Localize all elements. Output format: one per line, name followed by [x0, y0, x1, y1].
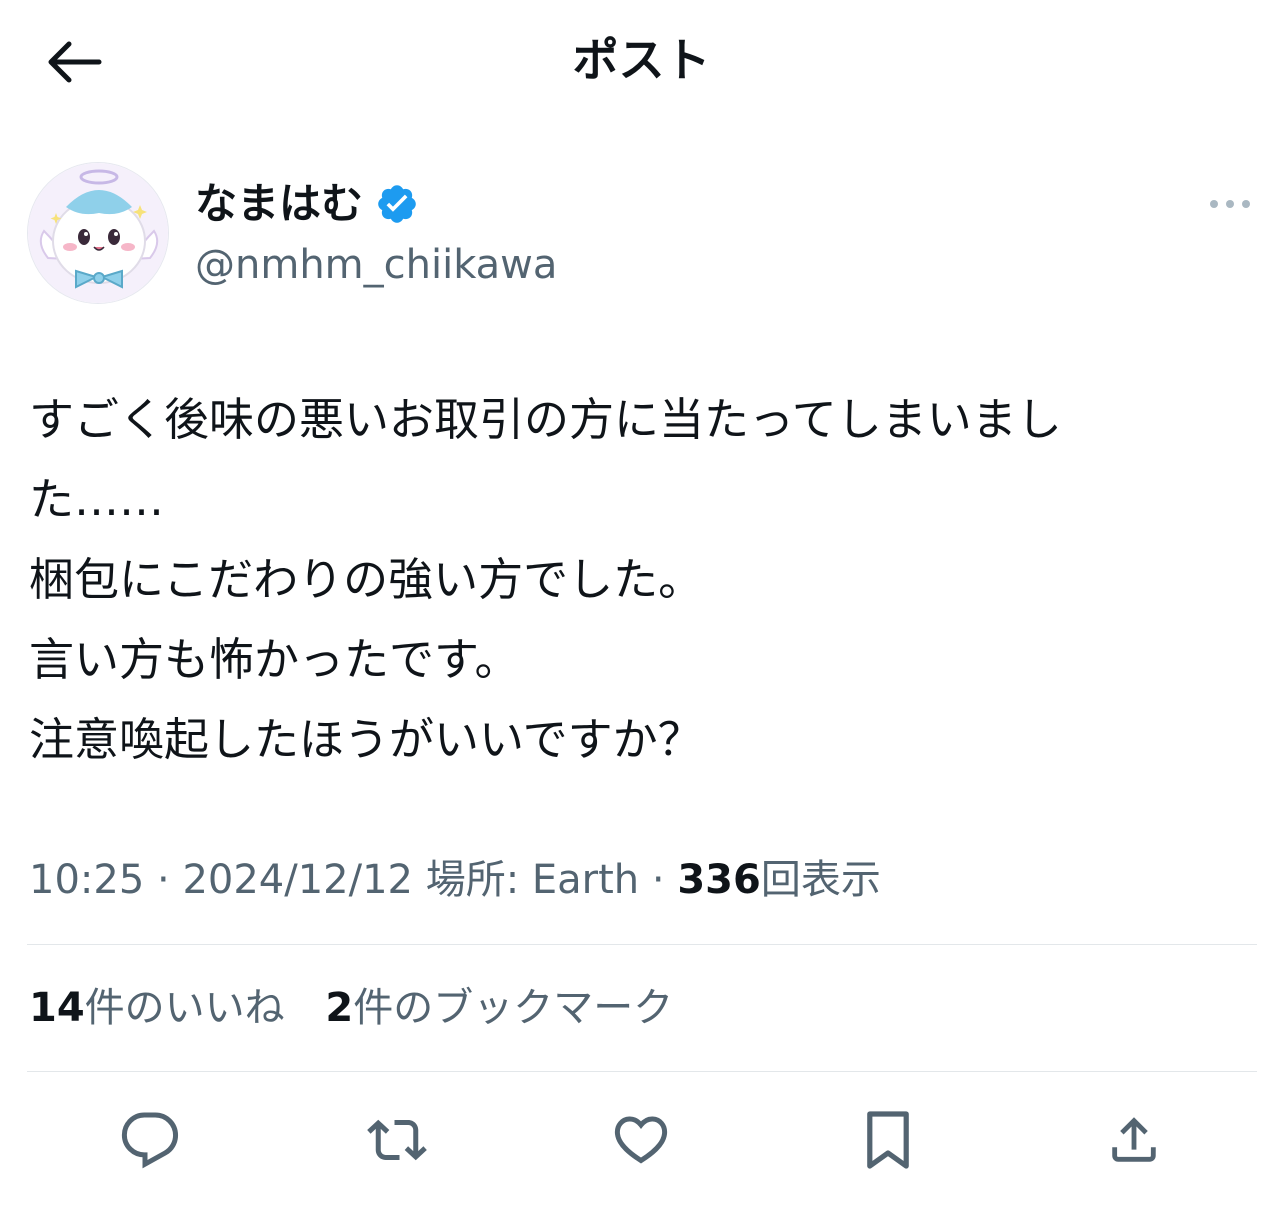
bookmark-button[interactable] [853, 1105, 923, 1175]
display-name-text: なまはむ [195, 179, 364, 228]
author-handle[interactable]: @nmhm_chiikawa [195, 240, 557, 290]
meta-separator: · [157, 857, 170, 903]
likes-count: 14 [29, 985, 85, 1031]
reply-button[interactable] [115, 1105, 185, 1175]
like-button[interactable] [606, 1105, 676, 1175]
avatar[interactable] [27, 162, 169, 304]
meta-separator: · [651, 857, 665, 903]
like-icon [614, 1116, 668, 1164]
engagement-stats: 14件のいいね 2件のブックマーク [29, 980, 673, 1036]
share-button[interactable] [1099, 1105, 1169, 1175]
tweet-time[interactable]: 10:25 [29, 857, 144, 903]
top-bar: ポスト [0, 0, 1283, 120]
tweet-location: 場所: Earth [425, 857, 640, 903]
tweet-meta: 10:25 · 2024/12/12 場所: Earth · 336回表示 [29, 852, 881, 908]
tweet-text: すごく後味の悪いお取引の方に当たってしまいまし た…… 梱包にこだわりの強い方で… [29, 393, 1062, 766]
reply-icon [121, 1112, 179, 1169]
share-icon [1112, 1117, 1156, 1162]
more-options-button[interactable] [1200, 186, 1260, 222]
views-label: 回表示 [760, 857, 881, 903]
retweet-button[interactable] [362, 1105, 432, 1175]
likes-stat[interactable]: 14件のいいね [29, 980, 285, 1036]
bookmarks-label: 件のブックマーク [353, 985, 674, 1031]
divider [27, 1071, 1257, 1072]
bookmarks-stat[interactable]: 2件のブックマーク [325, 980, 673, 1036]
views-count[interactable]: 336 [677, 857, 761, 903]
divider [27, 944, 1257, 945]
tweet-date[interactable]: 2024/12/12 [182, 857, 413, 903]
more-dots-icon [1210, 200, 1250, 208]
bookmarks-count: 2 [325, 985, 354, 1031]
bookmark-icon [867, 1111, 909, 1169]
likes-label: 件のいいね [84, 985, 285, 1031]
retweet-icon [367, 1119, 427, 1161]
page-title: ポスト [572, 33, 711, 87]
verified-badge-icon[interactable] [375, 182, 419, 226]
author-name[interactable]: なまはむ [195, 178, 419, 230]
